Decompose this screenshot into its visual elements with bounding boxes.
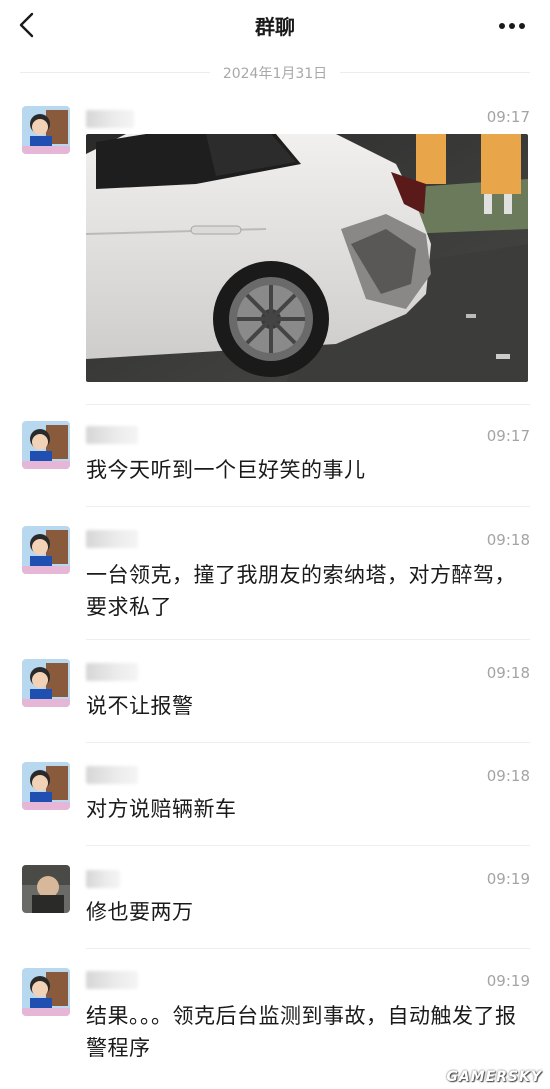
message-time: 09:19 [486,870,530,888]
message-time: 09:17 [486,427,530,445]
date-text: 2024年1月31日 [222,66,328,82]
divider [86,845,530,846]
more-dots-icon[interactable] [492,12,532,40]
divider [86,404,530,405]
avatar-cartoon-icon [22,421,70,469]
avatar[interactable] [22,659,70,707]
sender-name-blurred [86,766,138,784]
divider [86,506,530,507]
chat-title: 群聊 [255,15,295,39]
message-text: 说不让报警 [86,694,194,718]
message-time: 09:18 [486,531,530,549]
message-text: 对方说赔辆新车 [86,797,237,821]
divider [86,639,530,640]
message-time: 09:19 [486,972,530,990]
car-accident-photo [86,134,528,382]
avatar[interactable] [22,762,70,810]
avatar[interactable] [22,421,70,469]
divider [86,948,530,949]
message-text: 我今天听到一个巨好笑的事儿 [86,458,366,482]
avatar-cartoon-icon [22,762,70,810]
avatar-cartoon-icon [22,526,70,574]
avatar[interactable] [22,968,70,1016]
message-text: 修也要两万 [86,900,194,924]
chat-header: 群聊 [0,0,550,50]
sender-name-blurred [86,530,138,548]
avatar-cartoon-icon [22,968,70,1016]
avatar[interactable] [22,865,70,913]
divider [86,742,530,743]
divider [340,72,530,73]
avatar-cartoon-icon [22,659,70,707]
sender-name-blurred [86,663,138,681]
avatar[interactable] [22,106,70,154]
message-photo[interactable] [86,134,528,382]
message-text: 结果。。。领克后台监测到事故，自动触发了报警程序 [86,1004,517,1060]
message-time: 09:17 [486,108,530,126]
avatar[interactable] [22,526,70,574]
date-separator: 2024年1月31日 [20,62,530,82]
sender-name-blurred [86,426,138,444]
sender-name-blurred [86,971,138,989]
watermark-text: GAMERSKY [446,1069,542,1085]
sender-name-blurred [86,870,120,888]
sender-name-blurred [86,110,134,128]
avatar-photo-icon [22,865,70,913]
message-text: 一台领克，撞了我朋友的索纳塔，对方醉驾，要求私了 [86,563,516,619]
message-time: 09:18 [486,767,530,785]
message-time: 09:18 [486,664,530,682]
avatar-cartoon-icon [22,106,70,154]
